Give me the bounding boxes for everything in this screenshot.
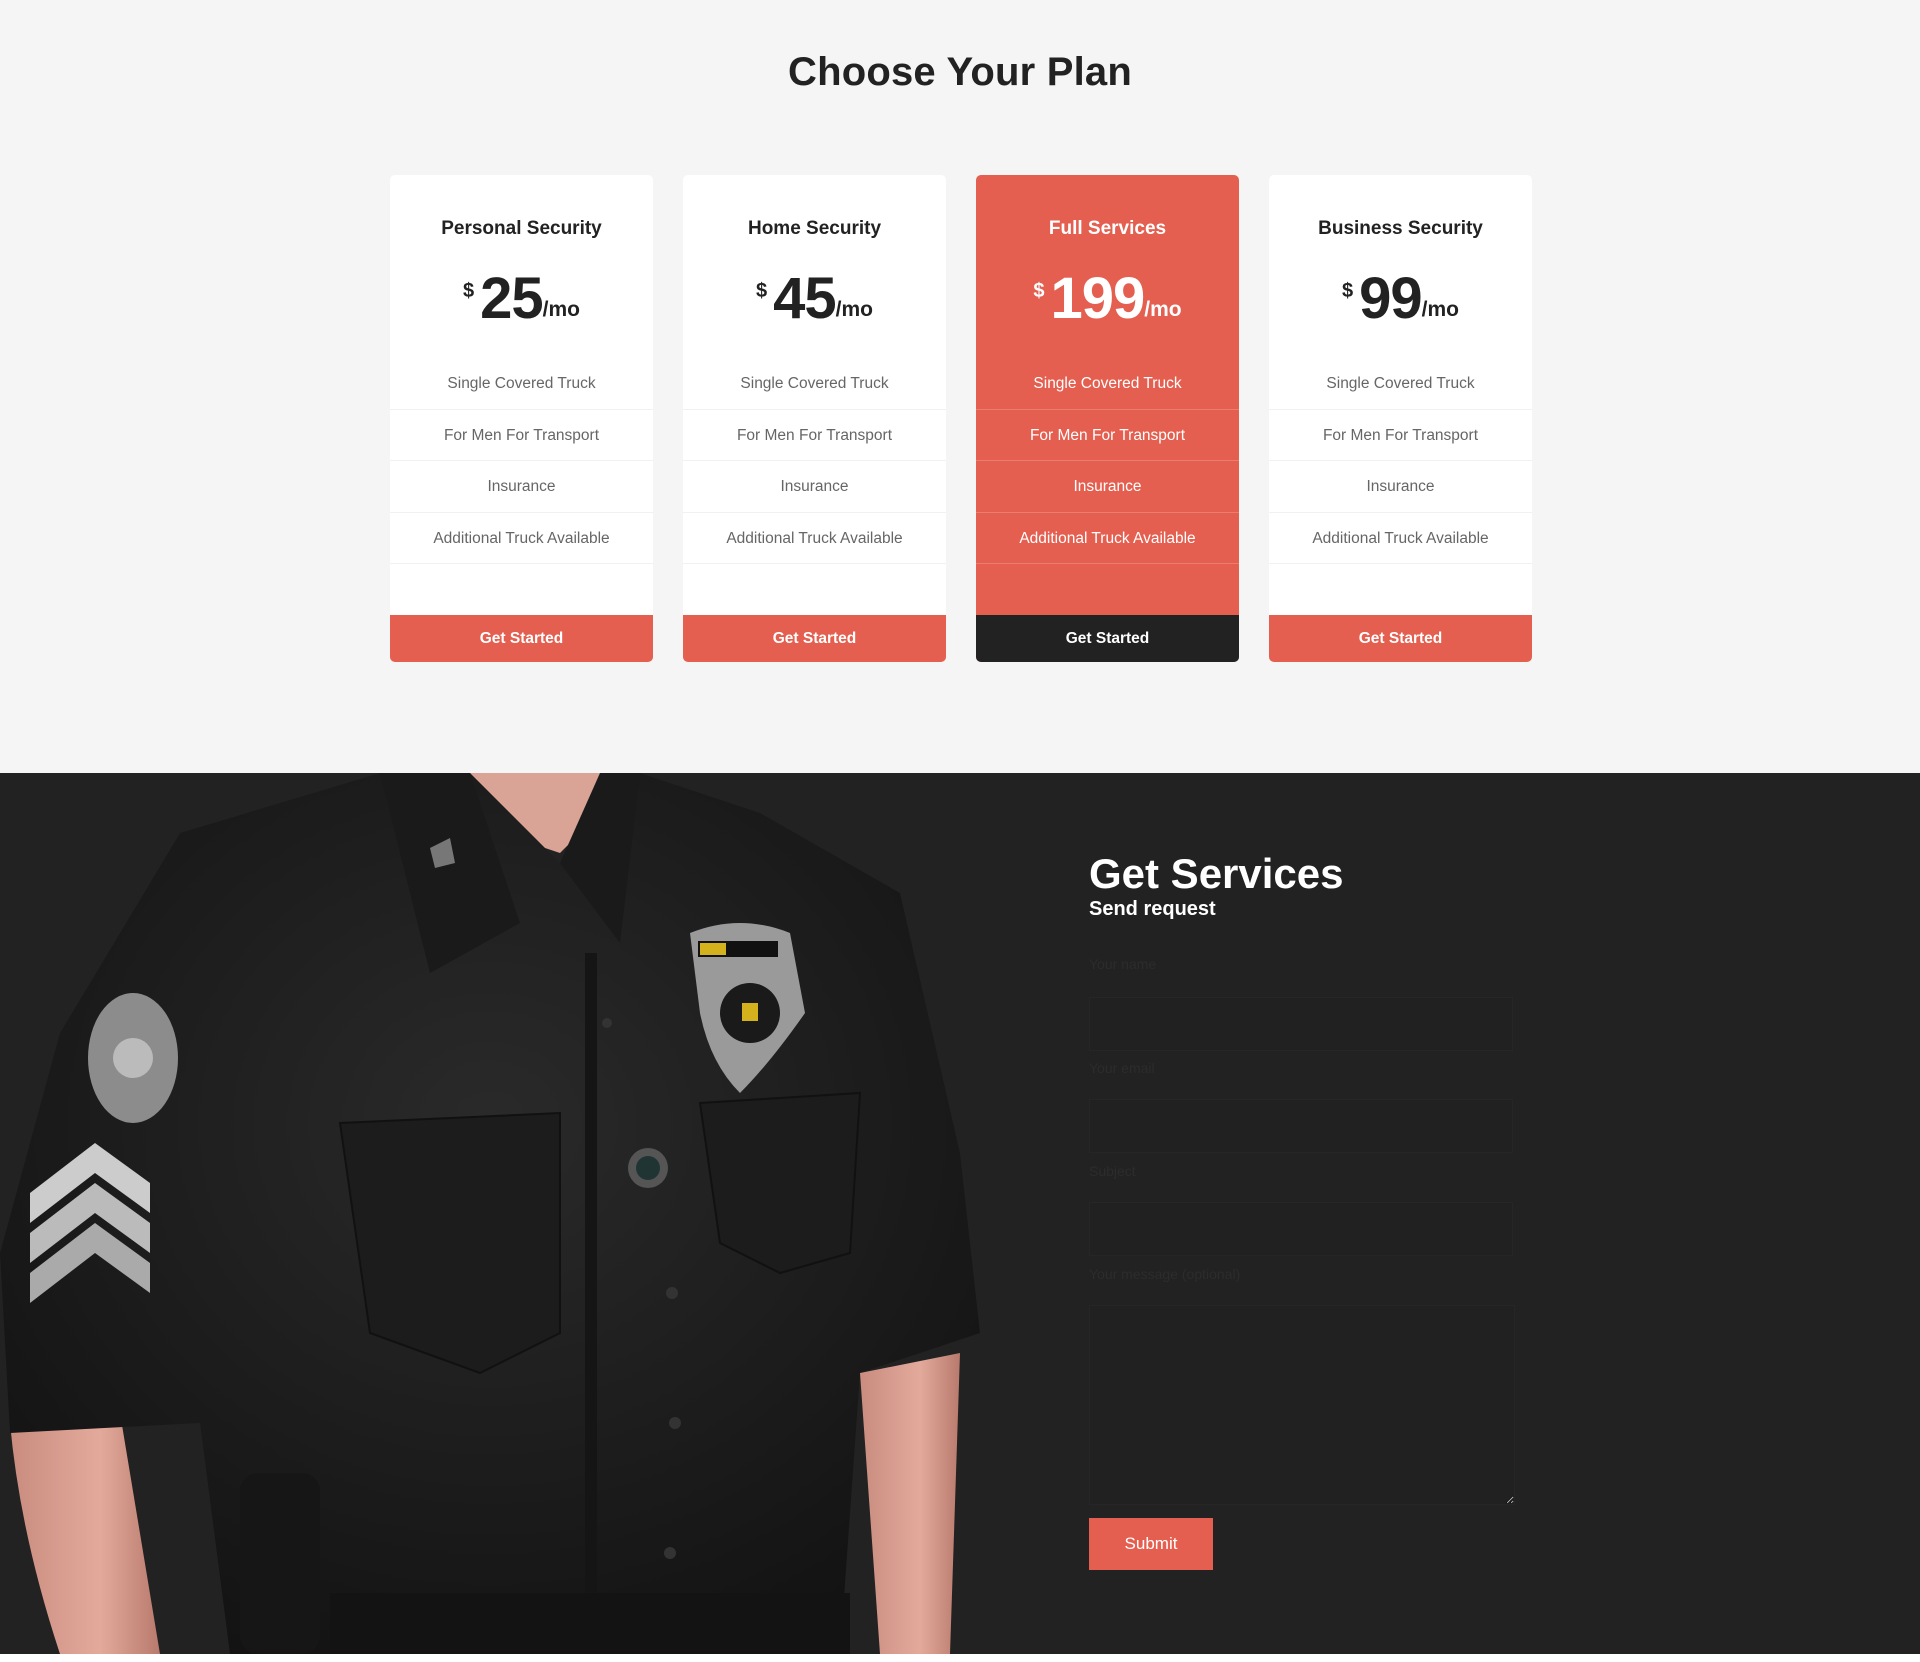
price-period: /mo bbox=[1421, 298, 1459, 321]
get-started-button[interactable]: Get Started bbox=[1269, 615, 1532, 662]
plan-name: Business Security bbox=[1318, 218, 1483, 239]
message-textarea[interactable] bbox=[1089, 1305, 1515, 1505]
feature-item: Single Covered Truck bbox=[1269, 358, 1532, 410]
message-label: Your message (optional) bbox=[1089, 1266, 1241, 1282]
feature-item: Insurance bbox=[1269, 461, 1532, 513]
price-period: /mo bbox=[542, 298, 580, 321]
services-title: Get Services bbox=[1089, 850, 1344, 897]
price-amount: 199 bbox=[1050, 266, 1146, 331]
feature-item: Additional Truck Available bbox=[1269, 513, 1532, 564]
plan-features: Single Covered Truck For Men For Transpo… bbox=[976, 358, 1239, 564]
feature-item: For Men For Transport bbox=[976, 410, 1239, 461]
feature-item: Insurance bbox=[683, 461, 946, 513]
feature-item: Single Covered Truck bbox=[976, 358, 1239, 410]
feature-item: For Men For Transport bbox=[390, 410, 653, 461]
email-label: Your email bbox=[1089, 1060, 1155, 1076]
pricing-title: Choose Your Plan bbox=[787, 50, 1132, 94]
plan-features: Single Covered Truck For Men For Transpo… bbox=[683, 358, 946, 564]
name-label: Your name bbox=[1089, 956, 1157, 972]
plan-price: $ 199 /mo bbox=[976, 268, 1239, 330]
feature-item: Additional Truck Available bbox=[683, 513, 946, 564]
currency-symbol: $ bbox=[1033, 280, 1045, 302]
plan-card-home-security: Home Security $ 45 /mo Single Covered Tr… bbox=[683, 175, 946, 662]
subject-label: Subject bbox=[1089, 1163, 1136, 1179]
plan-features: Single Covered Truck For Men For Transpo… bbox=[1269, 358, 1532, 564]
plan-price: $ 45 /mo bbox=[683, 268, 946, 330]
price-amount: 25 bbox=[480, 266, 544, 331]
currency-symbol: $ bbox=[1342, 280, 1354, 302]
get-started-button[interactable]: Get Started bbox=[683, 615, 946, 662]
subject-input[interactable] bbox=[1089, 1202, 1513, 1256]
price-amount: 45 bbox=[773, 266, 837, 331]
currency-symbol: $ bbox=[463, 280, 475, 302]
email-input[interactable] bbox=[1089, 1099, 1513, 1153]
feature-item: Single Covered Truck bbox=[683, 358, 946, 410]
plan-card-full-services: Full Services $ 199 /mo Single Covered T… bbox=[976, 175, 1239, 662]
feature-item: Additional Truck Available bbox=[390, 513, 653, 564]
services-subtitle: Send request bbox=[1089, 898, 1216, 920]
plan-card-business-security: Business Security $ 99 /mo Single Covere… bbox=[1269, 175, 1532, 662]
price-amount: 99 bbox=[1359, 266, 1423, 331]
plan-name: Full Services bbox=[1048, 218, 1167, 239]
plan-card-personal-security: Personal Security $ 25 /mo Single Covere… bbox=[390, 175, 653, 662]
feature-item: Single Covered Truck bbox=[390, 358, 653, 410]
feature-item: For Men For Transport bbox=[683, 410, 946, 461]
feature-item: Additional Truck Available bbox=[976, 513, 1239, 564]
feature-item: For Men For Transport bbox=[1269, 410, 1532, 461]
plan-price: $ 99 /mo bbox=[1269, 268, 1532, 330]
price-period: /mo bbox=[835, 298, 873, 321]
pricing-section: Choose Your Plan Personal Security $ 25 … bbox=[0, 0, 1920, 773]
submit-button[interactable]: Submit bbox=[1089, 1518, 1213, 1570]
get-started-button[interactable]: Get Started bbox=[390, 615, 653, 662]
get-started-button[interactable]: Get Started bbox=[976, 615, 1239, 662]
price-period: /mo bbox=[1144, 298, 1182, 321]
security-officer-photo bbox=[0, 773, 990, 1654]
currency-symbol: $ bbox=[756, 280, 768, 302]
plan-name: Personal Security bbox=[441, 218, 602, 239]
plan-price: $ 25 /mo bbox=[390, 268, 653, 330]
services-section: Get Services Send request Your name Your… bbox=[0, 773, 1920, 1654]
plan-features: Single Covered Truck For Men For Transpo… bbox=[390, 358, 653, 564]
feature-item: Insurance bbox=[976, 461, 1239, 513]
plan-name: Home Security bbox=[747, 218, 882, 239]
name-input[interactable] bbox=[1089, 997, 1513, 1051]
feature-item: Insurance bbox=[390, 461, 653, 513]
